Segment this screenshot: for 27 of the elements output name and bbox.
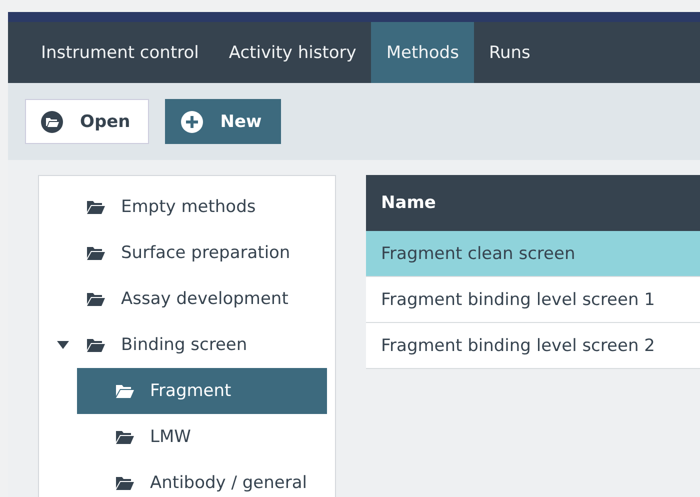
caret-icon[interactable] <box>57 341 69 349</box>
column-header[interactable]: Name <box>366 193 436 213</box>
folder-icon <box>87 338 105 352</box>
tree-item[interactable]: Fragment <box>77 368 327 414</box>
open-button[interactable]: Open <box>25 99 150 144</box>
folder-icon <box>87 246 105 260</box>
tree-item[interactable]: Binding screen <box>39 322 327 368</box>
table-row[interactable]: Fragment binding level screen 1 <box>366 277 700 323</box>
plus-icon <box>180 110 204 134</box>
folder-icon <box>87 200 105 214</box>
folder-icon <box>40 110 64 134</box>
new-button[interactable]: New <box>165 99 281 144</box>
nav-tab[interactable]: Runs <box>474 22 546 83</box>
folder-icon <box>116 384 134 398</box>
nav-tab[interactable]: Methods <box>371 22 474 83</box>
nav-tab[interactable]: Instrument control <box>26 22 214 83</box>
tree-item[interactable]: Assay development <box>39 276 327 322</box>
tree-item[interactable]: Surface preparation <box>39 230 327 276</box>
nav-tab[interactable]: Activity history <box>214 22 372 83</box>
tree-item[interactable]: Empty methods <box>39 184 327 230</box>
tree-item[interactable]: LMW <box>77 414 327 460</box>
folder-icon <box>87 292 105 306</box>
tree-item[interactable]: Antibody / general <box>77 460 327 497</box>
folder-icon <box>116 430 134 444</box>
table-row[interactable]: Fragment clean screen <box>366 231 700 277</box>
table-row[interactable]: Fragment binding level screen 2 <box>366 323 700 369</box>
folder-icon <box>116 476 134 490</box>
